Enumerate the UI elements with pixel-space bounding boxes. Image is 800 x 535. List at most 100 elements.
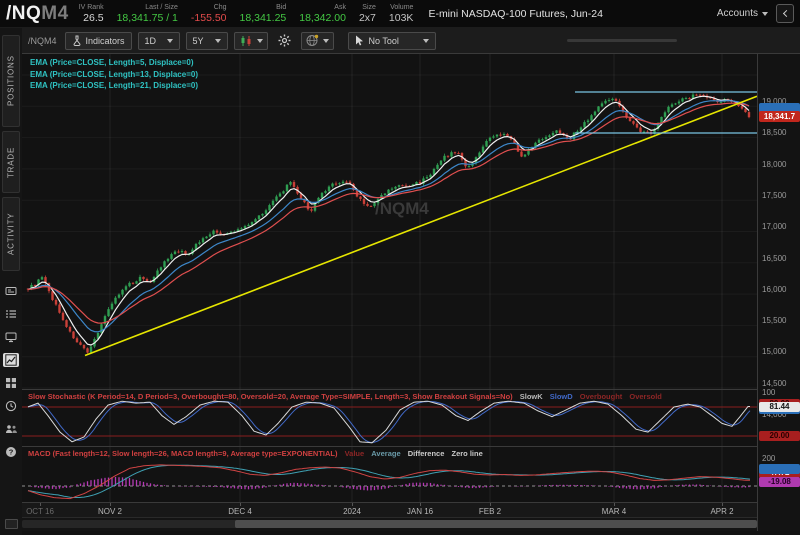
people-icon[interactable] [3,422,19,436]
time-tick-mark [420,503,421,506]
field-iv-rank: IV Rank 26.5 [79,3,104,24]
drawing-tool-dropdown[interactable]: No Tool [348,32,436,50]
chevron-down-icon [257,39,263,43]
id-card-icon[interactable] [3,284,19,298]
macd-label: MACD (Fast length=12, Slow length=26, MA… [28,449,483,458]
price-tick-label: 14,500 [762,379,786,388]
time-tick-label: DEC 4 [228,507,252,516]
gear-icon [278,34,291,47]
timeframe-dropdown[interactable]: 1D [138,32,180,50]
time-tick-mark [40,503,41,506]
chevron-down-icon [762,12,768,16]
chart-region: /NQM4 Indicators 1D 5Y [22,28,800,535]
time-tick-mark [352,503,353,506]
legend-slowd: SlowD [550,392,573,401]
left-gadget-bar: POSITIONS TRADE ACTIVITY ? [0,28,22,535]
sidebar-tab-activity[interactable]: ACTIVITY [2,197,20,271]
scrollbar-thumb[interactable] [235,520,757,528]
chevron-down-icon [167,39,173,43]
globe-icon [306,34,319,47]
range-dropdown[interactable]: 5Y [186,32,228,50]
slowk-bubble: 81.44 [759,402,800,412]
iv-rank-value: 26.5 [83,12,103,24]
stochastic-label: Slow Stochastic (K Period=14, D Period=3… [28,392,662,401]
time-tick-mark [614,503,615,506]
field-last-size: Last / Size 18,341.75 / 1 [117,3,178,24]
chart-symbol-label: /NQM4 [28,36,57,46]
pane-resize-grip[interactable] [567,39,677,42]
sidebar-tab-trade[interactable]: TRADE [2,131,20,193]
oversold-bubble: 20.00 [759,431,800,441]
time-tick-label: OCT 16 [26,507,54,516]
field-bid: Bid 18,341.25 [240,3,287,24]
price-tick-label: 17,000 [762,222,786,231]
stoch-axis-100: 100 [762,388,775,397]
accounts-dropdown[interactable]: Accounts [717,8,768,19]
chg-value: -155.50 [191,12,227,24]
legend-difference: Difference [408,449,445,458]
volume-value: 103K [389,12,414,24]
chart-type-dropdown[interactable] [234,32,268,50]
list-icon[interactable] [3,307,19,321]
trading-platform-window: /NQM4 IV Rank 26.5 Last / Size 18,341.75… [0,0,800,535]
instrument-description: E-mini NASDAQ-100 Futures, Jun-24 [428,8,602,20]
ask-value: 18,342.00 [299,12,346,24]
price-chart-canvas[interactable] [22,54,757,390]
chart-settings-button[interactable] [274,32,295,50]
indicators-button[interactable]: Indicators [65,32,132,50]
chevron-left-icon [782,10,789,17]
time-tick-mark [240,503,241,506]
chevron-down-icon [215,39,221,43]
macd-axis-200: 200 [762,454,775,463]
last-size-value: 18,341.75 / 1 [117,12,178,24]
price-tick-label: 15,500 [762,316,786,325]
scrollbar-left-button[interactable] [5,519,18,529]
price-tick-label: 15,000 [762,347,786,356]
cursor-icon [355,35,364,46]
bid-value: 18,341.25 [240,12,287,24]
chart-scrollbar [22,518,757,531]
time-tick-label: NOV 2 [98,507,122,516]
candlestick-icon [239,35,253,47]
legend-ema-5: EMA (Price=CLOSE, Length=5, Displace=0) [30,57,198,69]
flask-icon [72,35,82,46]
field-ask: Ask 18,342.00 [299,3,346,24]
legend-overbought: Overbought [580,392,623,401]
price-panel[interactable]: EMA (Price=CLOSE, Length=5, Displace=0) … [22,54,757,390]
price-tick-label: 18,000 [762,160,786,169]
price-axis: 18,341.7 100 80.00 81.44 20.00 200 47.72… [757,54,800,531]
time-axis: OCT 16NOV 2DEC 42024JAN 16FEB 2MAR 4APR … [22,503,757,518]
legend-ema-13: EMA (Price=CLOSE, Length=13, Displace=0) [30,69,198,81]
price-tick-label: 18,500 [762,128,786,137]
time-tick-label: JAN 16 [407,507,433,516]
sidebar-tab-positions[interactable]: POSITIONS [2,35,20,127]
size-value: 2x7 [359,12,376,24]
legend-value: Value [345,449,365,458]
legend-average: Average [371,449,400,458]
field-chg: Chg -155.50 [191,3,227,24]
time-tick-label: FEB 2 [479,507,501,516]
chevron-down-icon [323,39,329,43]
chart-toolbar: /NQM4 Indicators 1D 5Y [22,28,800,54]
clock-icon[interactable] [3,399,19,413]
macd-average-bubble [759,464,800,474]
time-tick-label: 2024 [343,507,361,516]
price-tick-label: 16,500 [762,254,786,263]
svg-text:?: ? [9,448,14,457]
time-tick-mark [110,503,111,506]
collapse-panel-button[interactable] [776,4,794,23]
time-tick-label: APR 2 [710,507,733,516]
stochastic-panel[interactable]: Slow Stochastic (K Period=14, D Period=3… [22,390,757,447]
share-globe-dropdown[interactable] [301,32,334,50]
price-tick-label: 17,500 [762,191,786,200]
macd-panel[interactable]: MACD (Fast length=12, Slow length=26, MA… [22,447,757,503]
symbol-suffix: M4 [41,3,68,24]
chart-icon[interactable] [3,353,19,367]
legend-slowk: SlowK [520,392,543,401]
time-tick-mark [722,503,723,506]
help-icon[interactable]: ? [3,445,19,459]
study-legend: EMA (Price=CLOSE, Length=5, Displace=0) … [30,57,198,92]
grid-icon[interactable] [3,376,19,390]
monitor-icon[interactable] [3,330,19,344]
time-tick-mark [490,503,491,506]
